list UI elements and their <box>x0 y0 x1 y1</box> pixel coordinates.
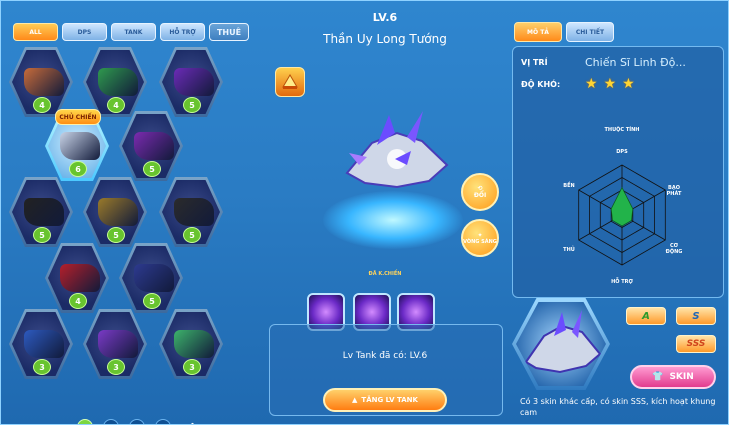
tank-icon <box>24 198 64 226</box>
tab-all[interactable]: ALL <box>13 23 58 41</box>
skin-button-label: SKIN <box>669 372 694 382</box>
featured-badge: CHỦ CHIẾN <box>55 109 101 125</box>
tank-level-badge: 3 <box>33 359 51 375</box>
skin-note: Có 3 skin khác cấp, có skin SSS, kích ho… <box>520 397 716 417</box>
tank-name: Thần Uy Long Tướng <box>323 32 447 46</box>
arrow-right-icon[interactable]: ➜ <box>181 419 201 425</box>
tank-icon <box>60 264 100 292</box>
position-row: VỊ TRÍ Chiến Sĩ Linh Độ... <box>521 53 686 71</box>
description-box: VỊ TRÍ Chiến Sĩ Linh Độ... ĐỘ KHÓ: ★ ★ ★… <box>512 46 724 298</box>
aura-button[interactable]: ✦ VÒNG SÁNG <box>461 219 499 257</box>
skin-tier-s-button[interactable]: S <box>676 307 716 325</box>
skin-preview[interactable] <box>512 298 610 390</box>
tank-icon <box>134 264 174 292</box>
skin-tier-sss-button[interactable]: SSS <box>676 335 716 353</box>
tab-dps[interactable]: DPS <box>62 23 107 41</box>
tab-description[interactable]: MÔ TẢ <box>514 22 562 42</box>
radar-value-area <box>610 186 634 227</box>
radar-label-burst: BẠO PHÁT <box>666 185 682 197</box>
tank-level-badge: 5 <box>183 97 201 113</box>
tank-level-badge: 4 <box>33 97 51 113</box>
difficulty-label: ĐỘ KHÓ: <box>521 79 561 89</box>
difficulty-row: ĐỘ KHÓ: ★ ★ ★ <box>521 75 635 93</box>
swap-icon: ⟲ <box>477 185 483 192</box>
tab-details[interactable]: CHI TIẾT <box>566 22 614 42</box>
filter-tabs: ALL DPS TANK HỖ TRỢ THUÊ <box>13 23 249 43</box>
pagination: 1 2 3 4 ➜ <box>77 419 201 425</box>
tank-level-badge: 3 <box>107 359 125 375</box>
skills-label: ĐÃ K.CHIẾN <box>368 271 402 277</box>
skin-button[interactable]: 👕 SKIN <box>630 365 716 389</box>
page-2-button[interactable]: 2 <box>103 419 119 424</box>
tank-detail-panel: LV.6 Thần Uy Long Tướng ⟲ ĐỔI ✦ VÒNG SÁN… <box>269 1 503 424</box>
difficulty-stars: ★ ★ ★ <box>585 77 635 91</box>
tank-level-badge: 4 <box>107 97 125 113</box>
tank-icon <box>174 198 214 226</box>
info-panel: MÔ TẢ CHI TIẾT VỊ TRÍ Chiến Sĩ Linh Độ..… <box>508 16 726 424</box>
page-1-button[interactable]: 1 <box>77 419 93 424</box>
shirt-icon: 👕 <box>652 372 664 382</box>
tab-tank[interactable]: TANK <box>111 23 156 41</box>
position-label: VỊ TRÍ <box>521 57 548 67</box>
tab-rent[interactable]: THUÊ <box>209 23 249 41</box>
tank-icon <box>24 68 64 96</box>
star-icon: ★ <box>585 76 598 92</box>
page-4-button[interactable]: 4 <box>155 419 171 424</box>
tank-icon <box>174 330 214 358</box>
star-icon: ★ <box>622 76 635 92</box>
tank-icon <box>98 198 138 226</box>
skin-tier-a-button[interactable]: A <box>626 307 666 325</box>
tank-list-panel: ALL DPS TANK HỖ TRỢ THUÊ 4 4 5 6 CHỦ CHIẾN 5 5… <box>3 19 268 424</box>
swap-label: ĐỔI <box>473 192 487 199</box>
radar-label-durability: BỀN <box>563 183 575 189</box>
upgrade-label: TĂNG LV TANK <box>361 396 418 404</box>
tank-icon <box>60 132 100 160</box>
tank-level-badge: 4 <box>69 293 87 309</box>
tank-icon <box>98 330 138 358</box>
tank-level-badge: 6 <box>69 161 87 177</box>
tank-icon <box>24 330 64 358</box>
tank-icon <box>134 132 174 160</box>
level-title: LV.6 <box>372 11 398 24</box>
upgrade-tank-button[interactable]: ▲ TĂNG LV TANK <box>323 388 447 412</box>
tank-showcase <box>287 71 483 271</box>
tank-model <box>345 111 449 189</box>
radar-label-dps: DPS <box>616 149 628 155</box>
tank-level-badge: 5 <box>143 293 161 309</box>
swap-button[interactable]: ⟲ ĐỔI <box>461 173 499 211</box>
radar-label-defense: THỦ <box>563 247 575 253</box>
radar-label-attribute: THUỘC TÍNH <box>604 127 640 133</box>
tank-level-badge: 3 <box>183 359 201 375</box>
tank-level-badge: 5 <box>33 227 51 243</box>
radar-label-mobility: CƠ ĐỘNG <box>665 243 683 255</box>
up-arrow-icon: ▲ <box>352 396 358 404</box>
radar-label-support: HỖ TRỢ <box>611 279 633 285</box>
tank-selection-screen: ALL DPS TANK HỖ TRỢ THUÊ 4 4 5 6 CHỦ CHIẾN 5 5… <box>0 0 729 425</box>
tank-level-badge: 5 <box>143 161 161 177</box>
page-3-button[interactable]: 3 <box>129 419 145 424</box>
position-value: Chiến Sĩ Linh Độ... <box>585 55 686 69</box>
tab-support[interactable]: HỖ TRỢ <box>160 23 205 41</box>
tank-level-badge: 5 <box>107 227 125 243</box>
skin-preview-image <box>516 302 606 386</box>
aura-label: VÒNG SÁNG <box>463 238 497 245</box>
tank-level-badge: 5 <box>183 227 201 243</box>
owned-level-text: Lv Tank đã có: LV.6 <box>342 351 428 361</box>
stat-radar-chart: THUỘC TÍNH DPS BẠO PHÁT CƠ ĐỘNG HỖ TRỢ T… <box>559 127 685 287</box>
tank-icon <box>174 68 214 96</box>
star-icon: ★ <box>603 76 617 92</box>
tank-icon <box>98 68 138 96</box>
aura-icon: ✦ <box>477 231 483 239</box>
